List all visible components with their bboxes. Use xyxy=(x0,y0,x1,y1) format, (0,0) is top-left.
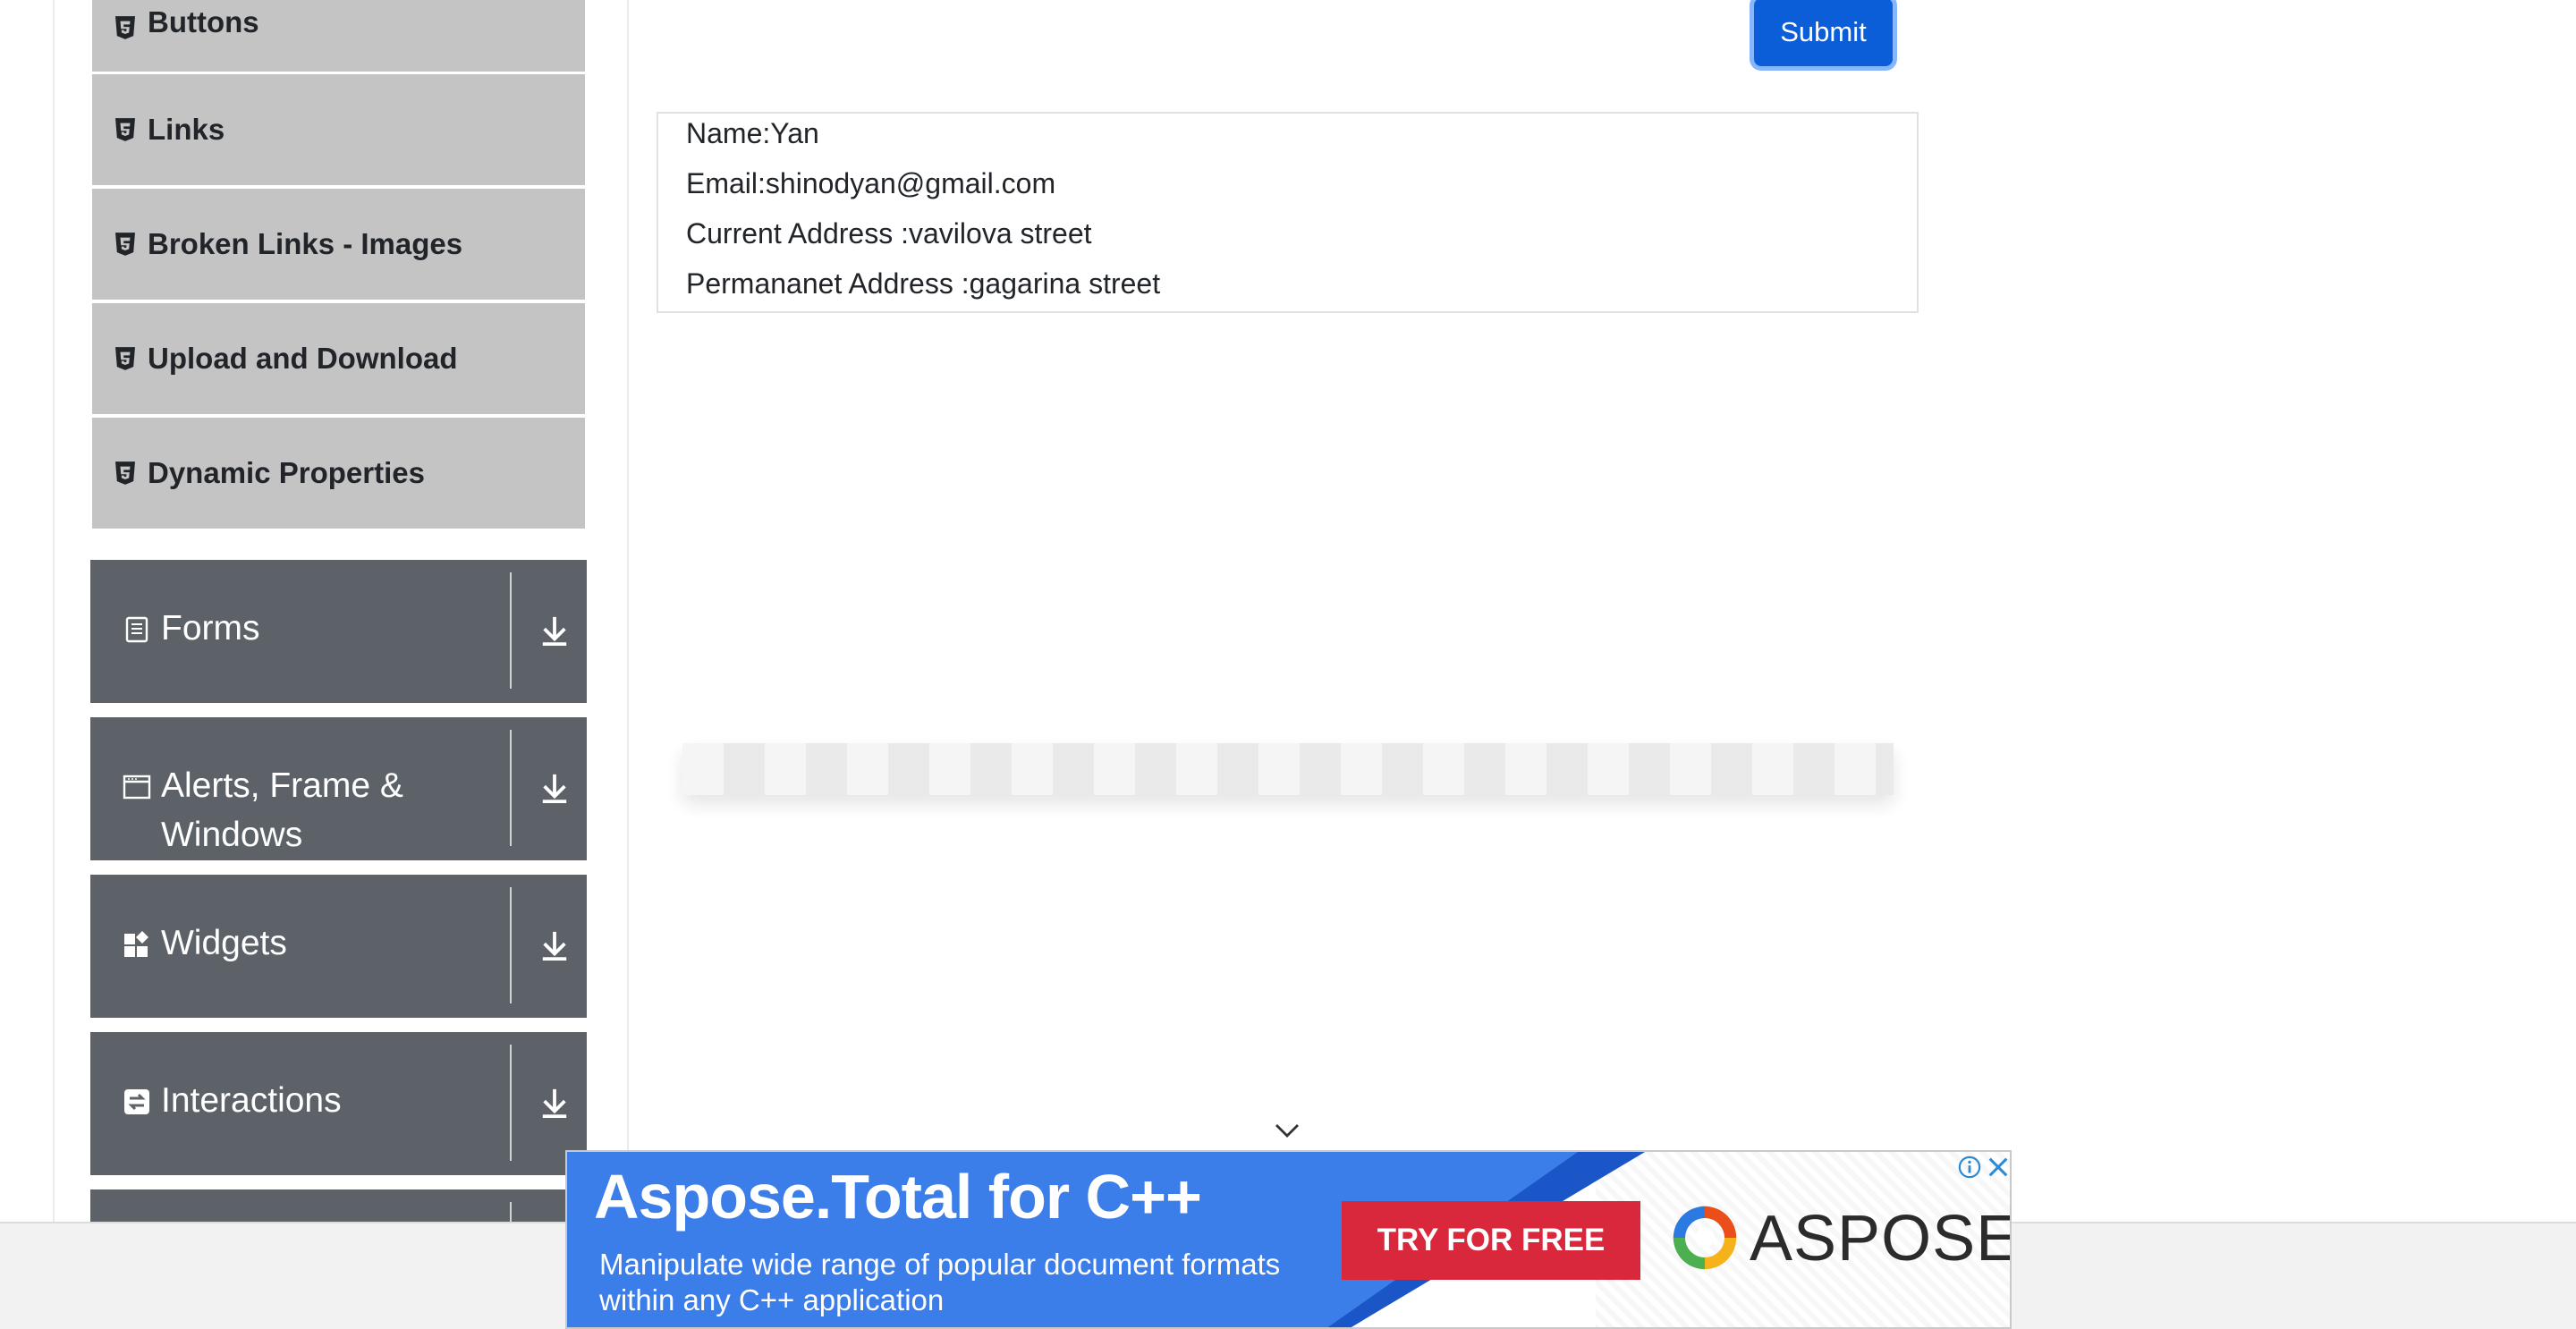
sidebar-group-alerts-frame-windows[interactable]: Alerts, Frame & Windows xyxy=(90,717,587,860)
decorative-pattern-strip xyxy=(682,743,1894,795)
output-permanent-address: Permananet Address :gagarina street xyxy=(686,267,1161,300)
divider xyxy=(510,572,512,689)
widgets-icon xyxy=(124,931,148,957)
sidebar-group-interactions[interactable]: Interactions xyxy=(90,1032,587,1175)
interactions-icon xyxy=(124,1089,149,1114)
output-current-address: Current Address :vavilova street xyxy=(686,217,1092,250)
divider xyxy=(510,730,512,846)
form-icon xyxy=(125,616,148,643)
sidebar-item-label: Upload and Download xyxy=(148,342,458,375)
sidebar-border xyxy=(53,0,55,1222)
ad-subtitle-line1: Manipulate wide range of popular documen… xyxy=(599,1248,1281,1281)
download-arrow-icon[interactable] xyxy=(539,928,570,962)
sidebar-item-label: Links xyxy=(148,113,225,146)
output-name: Name:Yan xyxy=(686,117,819,149)
download-arrow-icon[interactable] xyxy=(539,771,570,805)
html5-icon xyxy=(115,461,135,485)
close-icon[interactable] xyxy=(1987,1155,2010,1179)
sidebar-item-broken-links[interactable]: Broken Links - Images xyxy=(92,189,585,300)
divider xyxy=(510,887,512,1003)
output-panel: Name:Yan Email:shinodyan@gmail.com Curre… xyxy=(657,112,1919,313)
output-email: Email:shinodyan@gmail.com xyxy=(686,167,1056,199)
ad-subtitle: Manipulate wide range of popular documen… xyxy=(599,1247,1333,1318)
group-label: Interactions xyxy=(161,1081,342,1120)
aspose-logo-icon xyxy=(1673,1206,1737,1270)
html5-icon xyxy=(115,233,135,256)
divider xyxy=(510,1045,512,1161)
ad-brand: ASPOSE xyxy=(1750,1203,2012,1274)
html5-icon xyxy=(115,16,135,39)
download-arrow-icon[interactable] xyxy=(539,1086,570,1120)
content-border xyxy=(627,0,629,1222)
html5-icon xyxy=(115,347,135,370)
ad-title: Aspose.Total for C++ xyxy=(594,1162,1202,1232)
sidebar-item-buttons[interactable]: Buttons xyxy=(92,0,585,72)
group-label: Widgets xyxy=(161,924,287,962)
window-icon xyxy=(123,775,151,800)
sidebar-item-label: Broken Links - Images xyxy=(148,227,463,260)
sidebar-group-partial[interactable] xyxy=(90,1189,587,1225)
sidebar-item-dynamic-properties[interactable]: Dynamic Properties xyxy=(92,418,585,529)
group-label-line1: Alerts, Frame & xyxy=(161,766,403,805)
ad-banner[interactable]: Aspose.Total for C++ Manipulate wide ran… xyxy=(565,1150,2012,1329)
info-icon[interactable] xyxy=(1958,1155,1981,1179)
chevron-down-icon[interactable] xyxy=(1275,1122,1300,1139)
sidebar-item-label: Dynamic Properties xyxy=(148,456,425,489)
submit-button[interactable]: Submit xyxy=(1754,0,1893,66)
group-label-line2: Windows xyxy=(161,816,303,854)
sidebar-item-label: Buttons xyxy=(148,5,259,38)
page: Buttons Links Broken Links - Images Uplo… xyxy=(0,0,2576,1329)
html5-icon xyxy=(115,118,135,141)
group-label: Forms xyxy=(161,609,260,648)
sidebar-group-forms[interactable]: Forms xyxy=(90,560,587,703)
sidebar-group-widgets[interactable]: Widgets xyxy=(90,875,587,1018)
sidebar-item-links[interactable]: Links xyxy=(92,74,585,185)
ad-subtitle-line2: within any C++ application xyxy=(599,1283,945,1316)
download-arrow-icon[interactable] xyxy=(539,614,570,648)
try-for-free-button[interactable]: TRY FOR FREE xyxy=(1342,1201,1640,1280)
sidebar-item-upload-download[interactable]: Upload and Download xyxy=(92,303,585,414)
